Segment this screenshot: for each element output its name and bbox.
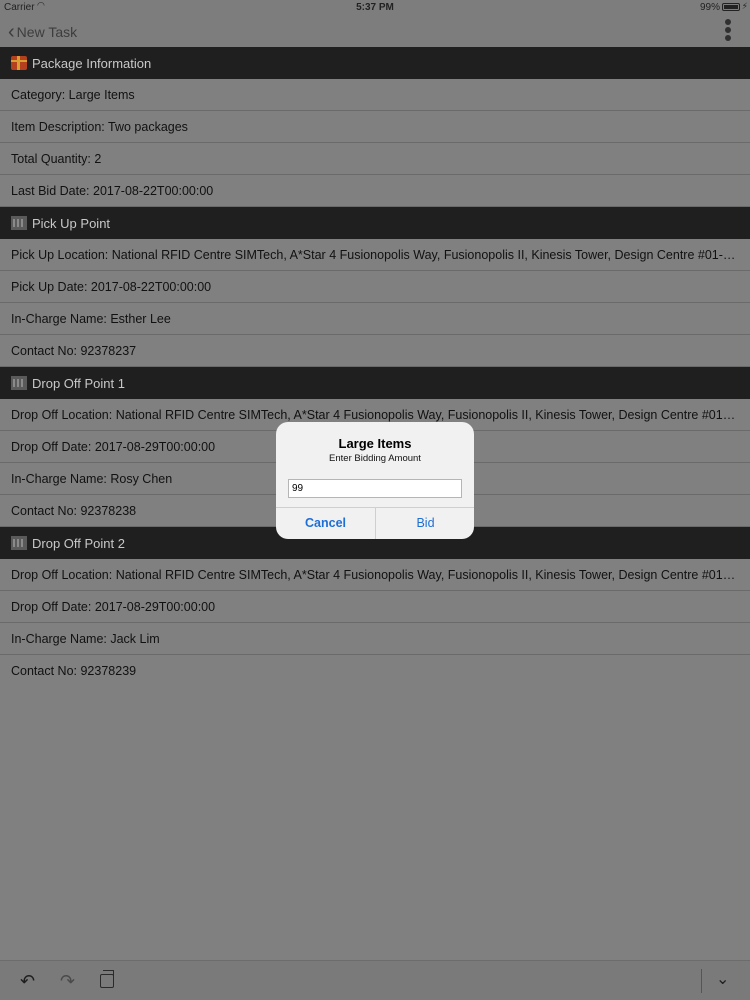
row-text: Category: Large Items	[11, 87, 135, 102]
toolbar-divider	[701, 969, 702, 993]
building-icon	[11, 216, 27, 230]
list-item: Drop Off Location: National RFID Centre …	[0, 559, 750, 591]
list-item: In-Charge Name: Jack Lim	[0, 623, 750, 655]
section-title: Drop Off Point 1	[32, 375, 125, 391]
list-item: Category: Large Items	[0, 79, 750, 111]
row-text: Drop Off Date: 2017-08-29T00:00:00	[11, 439, 216, 454]
list-item: Item Description: Two packages	[0, 111, 750, 143]
more-options-icon[interactable]	[724, 19, 732, 43]
bid-alert-dialog: Large Items Enter Bidding Amount Cancel …	[276, 422, 474, 539]
section-header-pick-up-point: Pick Up Point	[0, 207, 750, 239]
list-item: In-Charge Name: Esther Lee	[0, 303, 750, 335]
building-icon	[11, 376, 27, 390]
back-button[interactable]: ‹ New Task	[8, 21, 77, 43]
list-item: Total Quantity: 2	[0, 143, 750, 175]
list-item: Pick Up Date: 2017-08-22T00:00:00	[0, 271, 750, 303]
dialog-message: Enter Bidding Amount	[329, 453, 421, 464]
row-text: Contact No: 92378237	[11, 343, 137, 358]
bid-amount-input[interactable]	[288, 479, 462, 498]
battery-percentage: 99%	[699, 2, 720, 13]
row-text: In-Charge Name: Rosy Chen	[11, 471, 173, 486]
row-text: Pick Up Location: National RFID Centre S…	[11, 247, 736, 262]
charging-icon: ⚡	[741, 1, 748, 11]
undo-icon[interactable]: ↶	[20, 970, 35, 992]
status-time: 5:37 PM	[356, 2, 394, 13]
row-text: Last Bid Date: 2017-08-22T00:00:00	[11, 183, 214, 198]
section-title: Drop Off Point 2	[32, 535, 125, 551]
section-title: Pick Up Point	[32, 215, 111, 231]
gift-icon	[11, 56, 27, 70]
row-text: In-Charge Name: Esther Lee	[11, 311, 171, 326]
row-text: Total Quantity: 2	[11, 151, 102, 166]
row-text: Drop Off Date: 2017-08-29T00:00:00	[11, 599, 216, 614]
list-item: Last Bid Date: 2017-08-22T00:00:00	[0, 175, 750, 207]
bid-button[interactable]: Bid	[376, 508, 474, 539]
row-text: Drop Off Location: National RFID Centre …	[11, 407, 736, 422]
app-root: Carrier ◠ 5:37 PM 99% ⚡ ‹ New Task Packa…	[0, 0, 750, 1000]
section-title: Package Information	[32, 55, 152, 71]
cancel-button[interactable]: Cancel	[276, 508, 375, 539]
chevron-left-icon: ‹	[8, 21, 15, 43]
list-item: Drop Off Date: 2017-08-29T00:00:00	[0, 591, 750, 623]
back-label: New Task	[16, 24, 78, 40]
section-header-drop-off-point-1: Drop Off Point 1	[0, 367, 750, 399]
chevron-down-icon[interactable]: ⌄	[716, 969, 729, 991]
list-item: Contact No: 92378239	[0, 655, 750, 687]
battery-icon	[722, 3, 740, 11]
section-header-package-information: Package Information	[0, 47, 750, 79]
row-text: Item Description: Two packages	[11, 119, 188, 134]
list-item: Pick Up Location: National RFID Centre S…	[0, 239, 750, 271]
clipboard-icon[interactable]	[100, 970, 114, 988]
building-icon	[11, 536, 27, 550]
row-text: In-Charge Name: Jack Lim	[11, 631, 160, 646]
list-item: Contact No: 92378237	[0, 335, 750, 367]
navigation-bar: ‹ New Task	[0, 15, 750, 47]
dialog-title: Large Items	[338, 436, 412, 451]
row-text: Contact No: 92378239	[11, 664, 137, 678]
keyboard-shortcut-bar: ↶ ↷ ⌄	[0, 960, 750, 1000]
row-text: Contact No: 92378238	[11, 503, 137, 518]
redo-icon[interactable]: ↷	[60, 970, 75, 992]
task-details: Package Information Category: Large Item…	[0, 47, 750, 687]
row-text: Drop Off Location: National RFID Centre …	[11, 567, 736, 582]
status-bar: Carrier ◠ 5:37 PM 99% ⚡	[0, 0, 750, 15]
row-text: Pick Up Date: 2017-08-22T00:00:00	[11, 279, 212, 294]
